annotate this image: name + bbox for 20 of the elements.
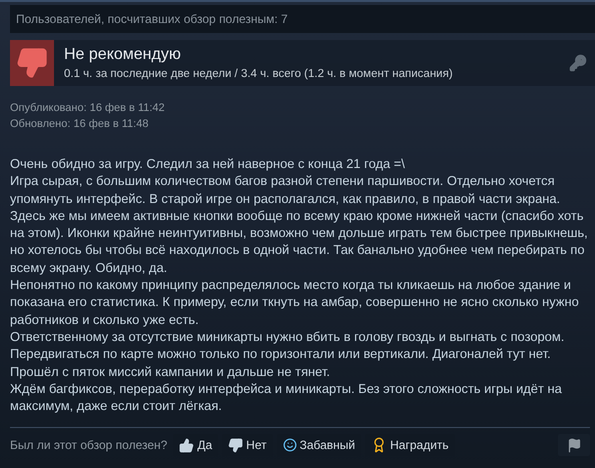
- review-paragraph: Передвигаться по карте можно только по горизонтали или вертикали. Диагоналей тут нет.: [10, 345, 552, 363]
- helpful-count: Пользователей, посчитавших обзор полезным: 7: [10, 5, 595, 33]
- thumbs-down-icon: [16, 47, 48, 79]
- review-paragraph: Очень обидно за игру. Следил за ней наверное с конца 21 года =\: [10, 155, 406, 172]
- key-icon: [569, 54, 587, 72]
- helpful-question: Был ли этот обзор полезен?: [10, 438, 168, 452]
- review-paragraph: Игра сырая, с большим количеством багов разной степени паршивости. Отдельно хочется упомянуть интерфейс. В старой игре он располагался, как правило, в правой части экрана. Здесь же мы имеем активные кнопки вообще по всему краю кроме нижней части (спасибо хоть на этом). Иконки крайне неинтуитивны, возможно чем дольше играть тем быстрее привыкнешь, но хотелось бы чтобы всё находилось в одной части. Так банально удобнее чем перебирать по всему экрану. Обидно, да.: [10, 172, 589, 276]
- smiley-icon: [282, 438, 297, 452]
- review-verdict: Не рекомендую: [64, 46, 182, 64]
- review-paragraph: Ответственному за отсутствие миникарты нужно вбить в голову гвоздь и выгнать с позором.: [10, 328, 566, 346]
- review-paragraph: Ждём багфиксов, переработку интерфейса и миникарты. Без этого сложность игры идёт на максимум, даже если стоит лёгкая.: [10, 380, 563, 414]
- review-paragraph: Прошёл с пяток миссий кампании и дальше не тянет.: [10, 362, 331, 380]
- thumbs-up-icon: [179, 438, 194, 452]
- review-paragraph: Непонятно по какому принципу распределялось место когда ты кликаешь на любое здание и показана его статистика. К примеру, если ткнуть на амбар, совершенно не ясно сколько нужно работников и сколько уже есть.: [10, 276, 580, 328]
- thumbs-down-icon: [228, 438, 244, 452]
- flag-icon: [566, 438, 582, 452]
- review-date: Обновлено: 16 фев в 11:48: [10, 117, 150, 131]
- review-date: Опубликовано: 16 фев в 11:42: [10, 101, 166, 115]
- report-button[interactable]: [558, 434, 590, 456]
- playtime-hours: 0.1 ч. за последние две недели / 3.4 ч. всего (1.2 ч. в момент написания): [64, 68, 454, 80]
